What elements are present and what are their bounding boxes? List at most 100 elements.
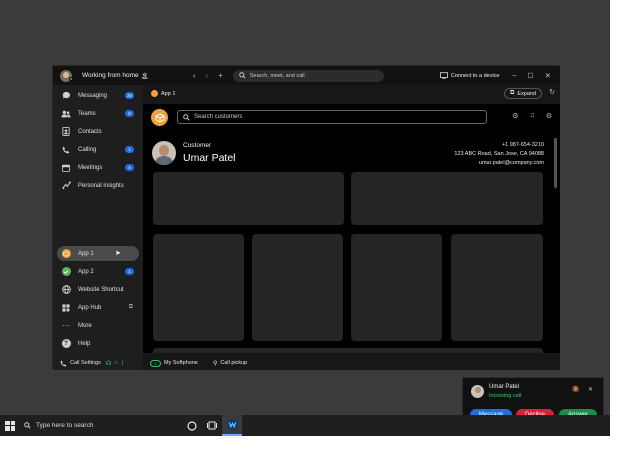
search-icon — [24, 422, 31, 429]
customer-address: 123 ABC Road, San Jose, CA 94088 — [454, 151, 544, 157]
sidebar-item-personal-insights[interactable]: Personal insights — [57, 178, 139, 193]
panel-header — [151, 109, 168, 126]
close-icon[interactable]: ✕ — [588, 386, 593, 393]
phone-settings-icon — [60, 360, 67, 366]
refresh-icon[interactable]: ↻ — [549, 88, 555, 96]
presence-emoji: 🏝 — [140, 72, 149, 80]
unread-badge: 1 — [125, 146, 134, 153]
title-bar: Working from home 🏝 ‹ › + Search, meet, … — [53, 66, 560, 85]
expand-icon: ⧉ — [510, 90, 515, 96]
caller-name: Umar Patel — [489, 384, 520, 390]
voicemail-icon[interactable]: ⌂ — [114, 360, 118, 366]
webex-app-window: Working from home 🏝 ‹ › + Search, meet, … — [52, 65, 560, 370]
close-icon[interactable]: ✕ — [545, 72, 551, 80]
forward-icon[interactable]: › — [206, 71, 209, 80]
start-button[interactable] — [0, 415, 20, 436]
presence-dot — [69, 77, 73, 81]
back-icon[interactable]: ‹ — [193, 71, 196, 80]
minimize-icon[interactable]: – — [513, 72, 517, 80]
app-2-icon — [61, 267, 71, 276]
sidebar-item-meetings[interactable]: Meetings 4 — [57, 160, 139, 175]
contact-card-icon — [60, 126, 72, 138]
calendar-icon — [60, 162, 72, 174]
cortana-icon[interactable] — [182, 415, 202, 436]
sidebar-item-calling[interactable]: Calling 1 — [57, 142, 139, 157]
customer-label: Customer — [183, 142, 212, 149]
unread-badge: 4 — [125, 164, 134, 171]
taskbar: Type here to search — [0, 415, 610, 436]
maximize-icon[interactable]: ☐ — [527, 72, 533, 80]
softphone-icon: 1 — [150, 359, 161, 367]
call-pickup-button[interactable]: ⚲ Call pickup — [213, 360, 247, 367]
softphone-button[interactable]: 1 My Softphone — [150, 359, 198, 367]
info-card — [451, 234, 543, 341]
info-card — [153, 234, 244, 341]
main-content: App 1 ⧉ Expand ↻ Search customers ⚙ ♫ ⚙ — [143, 85, 560, 370]
sidebar-item-help[interactable]: ? Help — [57, 336, 139, 351]
headset-icon[interactable]: ☊ — [106, 360, 111, 367]
panel-toolbar: ⚙ ♫ ⚙ — [512, 112, 552, 120]
customer-contact-info: +1 987-654-3210 123 ABC Road, San Jose, … — [454, 141, 544, 168]
call-status-bar: 1 My Softphone ⚲ Call pickup — [143, 356, 560, 370]
sidebar-item-teams[interactable]: Teams 8 — [57, 106, 139, 121]
sidebar-item-app-hub[interactable]: App Hub ⧉ — [57, 300, 139, 315]
sidebar-item-app-2[interactable]: App 2 1 — [57, 264, 139, 279]
info-card — [153, 348, 543, 353]
phone-icon — [60, 144, 72, 156]
global-search-input[interactable]: Search, meet, and call — [232, 69, 384, 82]
caller-avatar — [471, 385, 484, 398]
gear-icon[interactable]: ⚙ — [546, 112, 552, 120]
box-logo-icon — [151, 109, 168, 126]
monitor-icon — [439, 72, 448, 79]
call-settings-bar[interactable]: Call Settings ☊ ⌂ ⌇ — [53, 356, 143, 370]
more-dots-icon: ··· — [62, 321, 70, 330]
grid-icon — [60, 302, 72, 314]
presence-status[interactable]: Working from home 🏝 — [82, 72, 149, 80]
info-card — [351, 234, 442, 341]
app-1-icon — [61, 249, 71, 258]
unread-badge: 20 — [125, 92, 134, 99]
webex-taskbar-icon[interactable] — [222, 415, 242, 436]
tab-app-1[interactable]: App 1 — [148, 87, 178, 100]
taskbar-search[interactable]: Type here to search — [20, 415, 160, 436]
windows-logo-icon — [5, 420, 15, 431]
history-nav: ‹ › + — [193, 71, 223, 80]
customer-avatar — [152, 141, 176, 165]
customer-name: Umar Patel — [183, 152, 236, 164]
customer-phone[interactable]: +1 987-654-3210 — [454, 141, 544, 150]
people-icon — [60, 108, 72, 120]
customer-search-input[interactable]: Search customers — [177, 110, 487, 124]
expand-button[interactable]: ⧉ Expand — [504, 88, 542, 99]
mute-ring-icon[interactable]: 🔕 — [572, 386, 579, 393]
app-1-icon — [151, 90, 158, 97]
sidebar-item-messaging[interactable]: Messaging 20 — [57, 88, 139, 103]
settings-icon[interactable]: ⚙ — [512, 112, 518, 120]
sidebar-item-more[interactable]: ··· More — [57, 318, 139, 333]
call-status: Incoming call — [489, 393, 522, 399]
search-icon — [239, 72, 246, 79]
connect-device-button[interactable]: Connect to a device — [439, 72, 500, 79]
mouse-cursor-icon: ➤ — [115, 250, 121, 257]
info-card — [153, 172, 344, 225]
plus-icon[interactable]: + — [218, 71, 223, 80]
customer-email[interactable]: umar.patel@company.com — [454, 159, 544, 168]
bell-icon[interactable]: ♫ — [529, 112, 534, 120]
sidebar: Messaging 20 Teams 8 Contacts Calling 1 … — [53, 85, 143, 370]
sidebar-item-website-shortcut[interactable]: Website Shortcut — [57, 282, 139, 297]
search-icon — [183, 113, 190, 121]
panel-scrollbar[interactable] — [554, 138, 557, 188]
insights-icon — [60, 180, 72, 192]
unread-badge: 8 — [125, 110, 134, 117]
external-link-icon: ⧉ — [128, 304, 133, 310]
taskbar-apps — [182, 415, 242, 436]
message-icon — [60, 90, 72, 102]
help-icon: ? — [60, 338, 72, 350]
task-view-icon[interactable] — [202, 415, 222, 436]
call-pickup-icon: ⚲ — [212, 360, 218, 367]
info-card — [351, 172, 543, 225]
sidebar-item-contacts[interactable]: Contacts — [57, 124, 139, 139]
signal-icon[interactable]: ⌇ — [121, 360, 124, 367]
sidebar-item-app-1[interactable]: App 1 ➤ — [57, 246, 139, 261]
embedded-app-panel: Search customers ⚙ ♫ ⚙ Customer Umar Pat… — [143, 104, 560, 353]
info-card — [252, 234, 343, 341]
